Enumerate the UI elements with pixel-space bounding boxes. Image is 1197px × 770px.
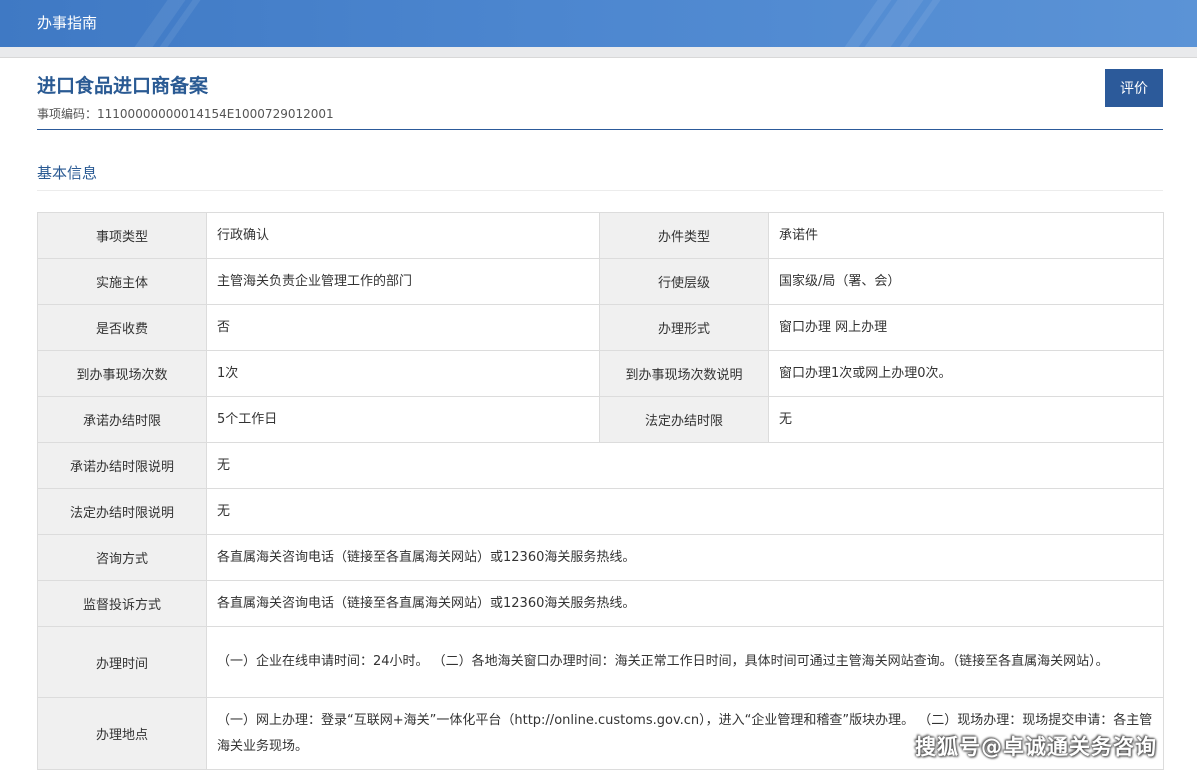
basic-info-table: 事项类型 行政确认 办件类型 承诺件 实施主体 主管海关负责企业管理工作的部门 … <box>37 212 1164 770</box>
item-code-value: 11100000000014154E1000729012001 <box>97 107 334 121</box>
table-row: 到办事现场次数 1次 到办事现场次数说明 窗口办理1次或网上办理0次。 <box>37 350 1164 397</box>
field-label: 监督投诉方式 <box>37 580 207 627</box>
field-label: 到办事现场次数 <box>37 350 207 397</box>
table-row: 法定办结时限说明 无 <box>37 488 1164 535</box>
field-label: 行使层级 <box>599 258 769 305</box>
item-code-label: 事项编码： <box>37 107 98 121</box>
field-value: 窗口办理 网上办理 <box>768 304 1164 351</box>
field-label: 是否收费 <box>37 304 207 351</box>
table-row: 承诺办结时限说明 无 <box>37 442 1164 489</box>
page-title: 进口食品进口商备案 <box>37 75 209 97</box>
field-value: 主管海关负责企业管理工作的部门 <box>206 258 600 305</box>
table-row: 办理时间 （一）企业在线申请时间：24小时。 （二）各地海关窗口办理时间：海关正… <box>37 626 1164 698</box>
field-value: 5个工作日 <box>206 396 600 443</box>
field-label: 办理时间 <box>37 626 207 698</box>
field-value: 窗口办理1次或网上办理0次。 <box>768 350 1164 397</box>
watermark: 搜狐号@卓诚通关务咨询 <box>915 735 1157 759</box>
field-label: 实施主体 <box>37 258 207 305</box>
field-value: 否 <box>206 304 600 351</box>
top-header-bar: 办事指南 <box>0 0 1197 47</box>
field-value: 国家级/局（署、会） <box>768 258 1164 305</box>
field-value: 无 <box>206 442 1164 489</box>
field-value: 承诺件 <box>768 212 1164 259</box>
field-label: 办理形式 <box>599 304 769 351</box>
field-label: 承诺办结时限说明 <box>37 442 207 489</box>
table-row: 咨询方式 各直属海关咨询电话（链接至各直属海关网站）或12360海关服务热线。 <box>37 534 1164 581</box>
field-label: 法定办结时限 <box>599 396 769 443</box>
rate-button[interactable]: 评价 <box>1105 69 1163 107</box>
table-row: 实施主体 主管海关负责企业管理工作的部门 行使层级 国家级/局（署、会） <box>37 258 1164 305</box>
title-divider <box>37 129 1163 130</box>
table-row: 事项类型 行政确认 办件类型 承诺件 <box>37 212 1164 259</box>
field-value: 无 <box>206 488 1164 535</box>
field-value: 行政确认 <box>206 212 600 259</box>
field-value: 无 <box>768 396 1164 443</box>
table-row: 监督投诉方式 各直属海关咨询电话（链接至各直属海关网站）或12360海关服务热线… <box>37 580 1164 627</box>
field-label: 到办事现场次数说明 <box>599 350 769 397</box>
field-label: 承诺办结时限 <box>37 396 207 443</box>
header-title: 办事指南 <box>37 14 98 32</box>
item-code: 事项编码：11100000000014154E1000729012001 <box>37 105 334 122</box>
field-label: 事项类型 <box>37 212 207 259</box>
guide-card: 进口食品进口商备案 事项编码：11100000000014154E1000729… <box>0 57 1197 770</box>
table-row: 承诺办结时限 5个工作日 法定办结时限 无 <box>37 396 1164 443</box>
field-value: 1次 <box>206 350 600 397</box>
field-value: 各直属海关咨询电话（链接至各直属海关网站）或12360海关服务热线。 <box>206 534 1164 581</box>
field-label: 法定办结时限说明 <box>37 488 207 535</box>
table-row: 是否收费 否 办理形式 窗口办理 网上办理 <box>37 304 1164 351</box>
section-title-basic-info: 基本信息 <box>37 164 98 182</box>
field-value: 各直属海关咨询电话（链接至各直属海关网站）或12360海关服务热线。 <box>206 580 1164 627</box>
field-label: 咨询方式 <box>37 534 207 581</box>
section-divider <box>37 190 1163 191</box>
field-label: 办理地点 <box>37 697 207 770</box>
field-label: 办件类型 <box>599 212 769 259</box>
field-value: （一）企业在线申请时间：24小时。 （二）各地海关窗口办理时间：海关正常工作日时… <box>206 626 1164 698</box>
